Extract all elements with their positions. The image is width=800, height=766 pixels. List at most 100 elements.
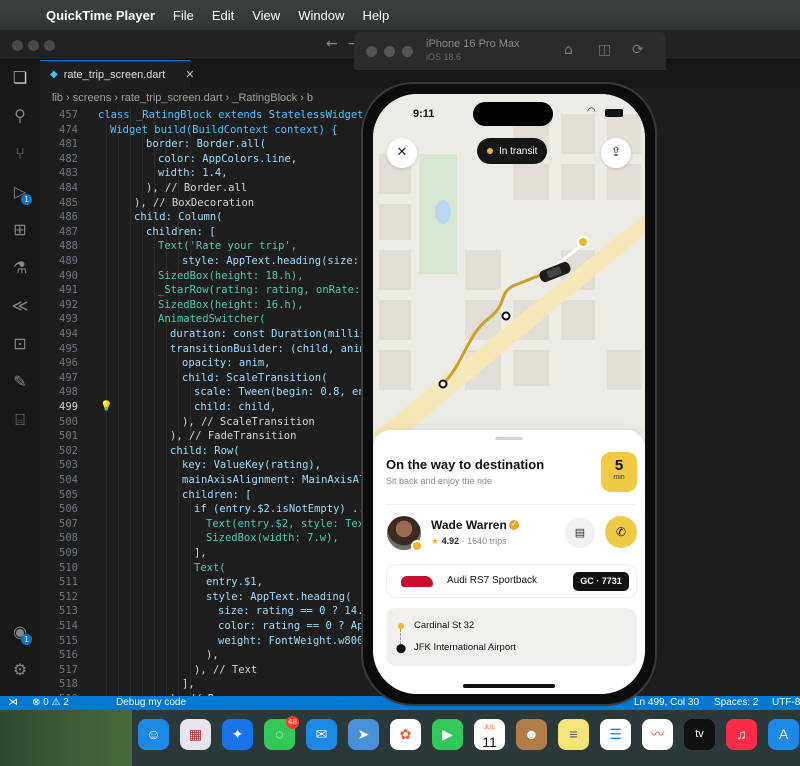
photos-icon[interactable]: ✿ [390, 719, 421, 750]
problems-indicator[interactable]: ⊗ 0 ⚠ 2 [32, 696, 69, 710]
status-time: 9:11 [413, 108, 435, 120]
home-indicator[interactable] [463, 684, 555, 688]
simulator-titlebar: iPhone 16 Pro Max iOS 18.6 ⌂ ◫ ⟳ [354, 32, 666, 70]
launchpad-icon[interactable]: ▦ [180, 719, 211, 750]
line-number: 487 [59, 225, 78, 238]
search-icon[interactable]: ⚲ [10, 106, 30, 126]
menu-view[interactable]: View [252, 8, 280, 23]
remote-indicator-icon[interactable]: ⋊ [8, 696, 18, 710]
code-text: weight: FontWeight.w800, [218, 634, 370, 647]
code-text: border: Border.all( [146, 138, 267, 151]
terminal-icon[interactable]: ⌸ [10, 410, 30, 430]
menu-app-name[interactable]: QuickTime Player [46, 8, 155, 23]
calendar-month: JUL [484, 725, 495, 731]
dynamic-island [473, 102, 553, 126]
activity-bar: ❏ ⚲ ⑂ ▷ 1 ⊞ ⚗ ≪ ⊡ ✎ ⌸ ◉ 1 ⚙ [0, 60, 40, 696]
line-number: 457 [59, 109, 78, 121]
maps-icon[interactable]: ➤ [348, 719, 379, 750]
notes-icon[interactable]: ≡ [558, 719, 589, 750]
messages-badge: 48 [286, 716, 299, 729]
debug-config[interactable]: Debug my code [116, 696, 186, 710]
mail-icon[interactable]: ✉ [306, 719, 337, 750]
route-destination: JFK International Airport [414, 642, 516, 653]
window-zoom-button[interactable] [44, 40, 55, 51]
menu-window[interactable]: Window [298, 8, 344, 23]
account-badge: 1 [21, 634, 32, 645]
sim-zoom-button[interactable] [402, 46, 413, 57]
code-text: entry.$1, [206, 576, 263, 589]
remote-icon[interactable]: ⊡ [10, 334, 30, 354]
iphone-frame: 9:11 ◠ ✕ In transit ⇪ On the way to dest… [361, 82, 657, 706]
tab-rate-trip-screen[interactable]: ◆ rate_trip_screen.dart ✕ [40, 60, 194, 88]
driver-meta: ★ 4.92 · 1640 trips [431, 536, 507, 547]
line-number: 516 [59, 649, 78, 662]
line-number: 514 [59, 620, 78, 632]
line-number: 495 [59, 342, 78, 355]
code-text: AnimatedSwitcher( [158, 313, 266, 326]
rotate-icon[interactable]: ⟳ [632, 42, 644, 58]
code-text: color: AppColors.line, [158, 152, 298, 165]
sheet-grabber[interactable] [495, 437, 523, 440]
apple-tv-icon[interactable]: tv [684, 719, 715, 750]
lightbulb-icon[interactable]: 💡 [100, 400, 112, 415]
code-text: Widget build(BuildContext context) { [110, 123, 338, 136]
testing-icon[interactable]: ⚗ [10, 258, 30, 278]
menu-help[interactable]: Help [362, 8, 389, 23]
app-store-icon[interactable]: A [768, 719, 799, 750]
line-number: 484 [59, 182, 78, 194]
simulator-device-name: iPhone 16 Pro Max [426, 38, 520, 50]
sim-close-button[interactable] [366, 46, 377, 57]
cursor-position[interactable]: Ln 499, Col 30 [634, 696, 699, 710]
code-text: children: [ [146, 225, 216, 238]
line-number: 517 [59, 663, 78, 676]
flutter-icon[interactable]: ≪ [10, 296, 30, 316]
line-number: 508 [59, 532, 78, 545]
tab-close-icon[interactable]: ✕ [185, 68, 194, 81]
extensions-icon[interactable]: ⊞ [10, 220, 30, 240]
line-number: 509 [59, 547, 78, 559]
close-trip-button[interactable]: ✕ [387, 138, 417, 168]
menu-edit[interactable]: Edit [212, 8, 234, 23]
line-number: 507 [59, 517, 78, 530]
safari-icon[interactable]: ✦ [222, 719, 253, 750]
window-minimize-button[interactable] [28, 40, 39, 51]
home-icon[interactable]: ⌂ [564, 42, 573, 58]
calendar-icon[interactable]: JUL 11 [474, 719, 505, 750]
encoding[interactable]: UTF-8 [772, 696, 800, 710]
call-driver-button[interactable]: ✆ [605, 516, 637, 548]
line-number: 486 [59, 211, 78, 224]
contacts-icon[interactable]: ☻ [516, 719, 547, 750]
route-connector [400, 629, 401, 644]
facetime-icon[interactable]: ▶ [432, 719, 463, 750]
music-icon[interactable]: ♫ [726, 719, 757, 750]
code-text: ), [206, 649, 219, 662]
sim-minimize-button[interactable] [384, 46, 395, 57]
code-text: transitionBuilder: (child, anim) [170, 342, 373, 355]
line-number: 503 [59, 459, 78, 472]
code-text: SizedBox(height: 18.h), [158, 269, 304, 282]
finder-icon[interactable]: ☺ [138, 719, 169, 750]
pen-icon[interactable]: ✎ [10, 372, 30, 392]
code-text: SizedBox(width: 7.w), [206, 532, 339, 545]
sheet-subtitle: Sit back and enjoy the ride [386, 476, 493, 486]
freeform-icon[interactable]: 〰 [642, 719, 673, 750]
line-number: 488 [59, 240, 78, 253]
line-number: 510 [59, 561, 78, 574]
destination-pin-icon: ⬤ [396, 643, 407, 653]
code-text: style: AppText.heading( [206, 590, 352, 603]
menu-file[interactable]: File [173, 8, 194, 23]
dart-file-icon: ◆ [50, 69, 58, 80]
window-close-button[interactable] [12, 40, 23, 51]
message-driver-button[interactable]: ▤ [565, 518, 595, 548]
share-button[interactable]: ⇪ [601, 138, 631, 168]
route-origin: Cardinal St 32 [414, 620, 475, 631]
code-text: size: rating == 0 ? 14.5 [218, 605, 370, 618]
explorer-icon[interactable]: ❏ [10, 68, 30, 88]
settings-gear-icon[interactable]: ⚙ [10, 660, 30, 680]
source-control-icon[interactable]: ⑂ [10, 144, 30, 164]
ios-status-bar: 9:11 ◠ [373, 94, 645, 134]
indentation[interactable]: Spaces: 2 [714, 696, 758, 710]
reminders-icon[interactable]: ☰ [600, 719, 631, 750]
line-number: 518 [59, 678, 78, 691]
screenshot-icon[interactable]: ◫ [598, 42, 611, 58]
